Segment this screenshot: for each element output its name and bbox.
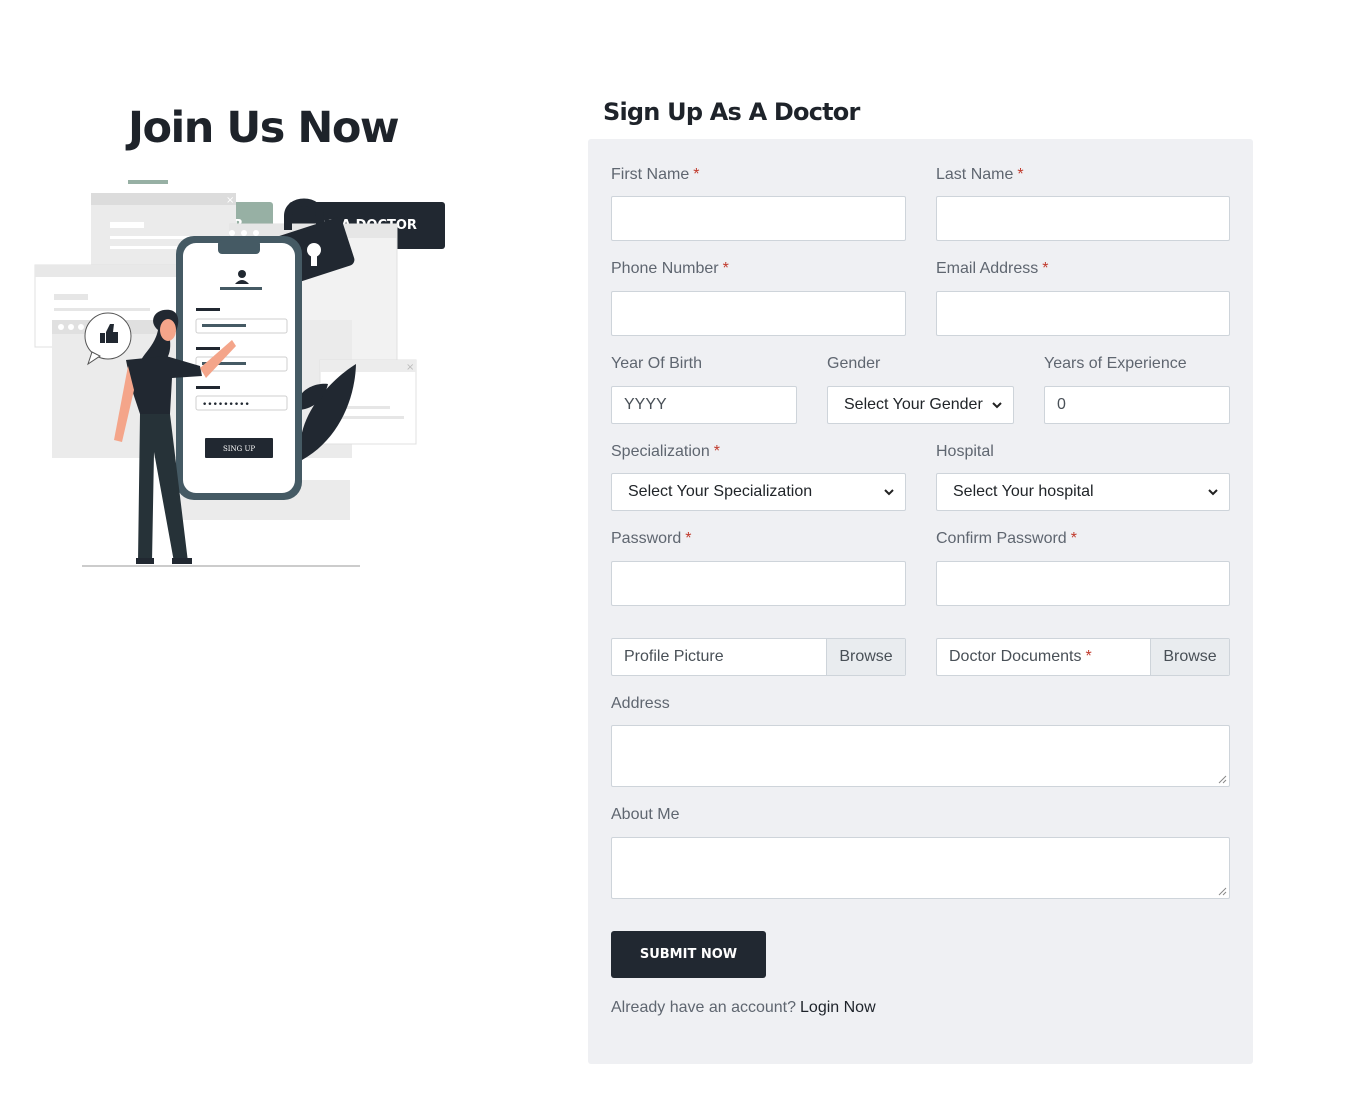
svg-text:•••••••••: •••••••••: [202, 400, 250, 410]
title-underline: [128, 180, 168, 184]
hospital-selected-value: Select Your hospital: [953, 483, 1094, 500]
chevron-down-icon: [1208, 489, 1218, 496]
profile-picture-upload[interactable]: Profile Picture Browse: [611, 638, 906, 676]
doctor-documents-browse-button[interactable]: Browse: [1150, 639, 1229, 675]
first-name-label: First Name *: [611, 166, 700, 183]
login-prompt-text: Already have an account?: [611, 999, 797, 1016]
resize-grip-icon[interactable]: [1218, 887, 1227, 896]
password-label: Password *: [611, 530, 692, 547]
gender-select[interactable]: Select Your Gender: [827, 386, 1014, 424]
gender-selected-value: Select Your Gender: [844, 396, 983, 413]
about-textarea[interactable]: [611, 837, 1230, 899]
specialization-label: Specialization *: [611, 443, 720, 460]
illustration-button-text: SING UP: [223, 445, 255, 453]
year-of-birth-input[interactable]: [611, 386, 797, 424]
doctor-documents-label: Doctor Documents *: [949, 648, 1092, 665]
gender-label: Gender: [827, 355, 881, 372]
login-link[interactable]: Login Now: [800, 999, 876, 1016]
signup-illustration: × × ••••••••• SING UP: [34, 193, 417, 567]
experience-input[interactable]: [1044, 386, 1230, 424]
first-name-input[interactable]: [611, 196, 906, 241]
email-input[interactable]: [936, 291, 1230, 336]
hospital-select[interactable]: Select Your hospital: [936, 473, 1230, 511]
join-title: Join Us Now: [128, 103, 400, 153]
specialization-selected-value: Select Your Specialization: [628, 483, 813, 500]
confirm-password-label: Confirm Password *: [936, 530, 1077, 547]
submit-button[interactable]: SUBMIT NOW: [611, 931, 766, 978]
profile-picture-label: Profile Picture: [624, 648, 724, 665]
svg-text:×: ×: [406, 362, 414, 373]
svg-text:×: ×: [226, 195, 234, 206]
address-label: Address: [611, 695, 670, 712]
hospital-label: Hospital: [936, 443, 994, 460]
doctor-documents-upload[interactable]: Doctor Documents * Browse: [936, 638, 1230, 676]
year-of-birth-label: Year Of Birth: [611, 355, 703, 372]
password-input[interactable]: [611, 561, 906, 606]
last-name-label: Last Name *: [936, 166, 1024, 183]
confirm-password-input[interactable]: [936, 561, 1230, 606]
login-prompt: Already have an account? Login Now: [611, 999, 876, 1017]
chevron-down-icon: [992, 402, 1002, 409]
about-label: About Me: [611, 806, 680, 823]
email-label: Email Address *: [936, 260, 1049, 277]
chevron-down-icon: [884, 489, 894, 496]
phone-label: Phone Number *: [611, 260, 729, 277]
specialization-select[interactable]: Select Your Specialization: [611, 473, 906, 511]
phone-input[interactable]: [611, 291, 906, 336]
profile-picture-browse-button[interactable]: Browse: [826, 639, 905, 675]
form-title: Sign Up As A Doctor: [603, 98, 860, 126]
resize-grip-icon[interactable]: [1218, 775, 1227, 784]
last-name-input[interactable]: [936, 196, 1230, 241]
address-textarea[interactable]: [611, 725, 1230, 787]
experience-label: Years of Experience: [1044, 355, 1187, 372]
